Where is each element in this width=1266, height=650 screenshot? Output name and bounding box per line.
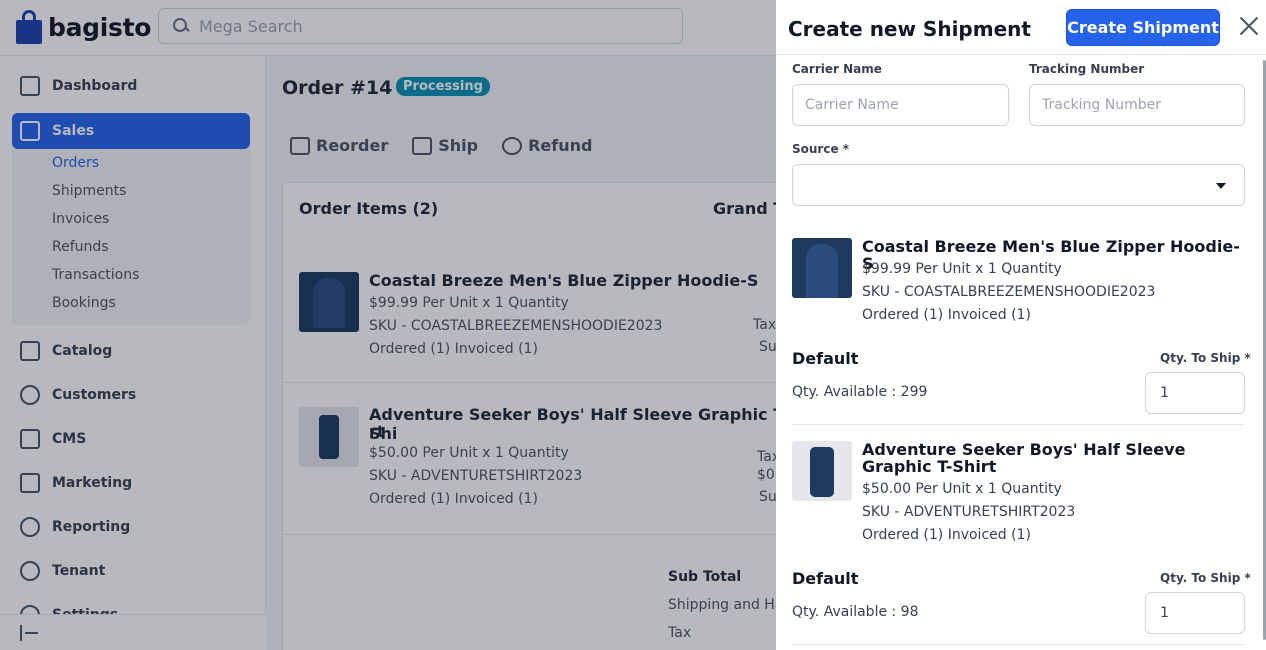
shipment-product-price: $99.99 Per Unit x 1 Quantity	[862, 261, 1062, 277]
product-image	[792, 238, 852, 298]
divider	[792, 424, 1245, 425]
product-image	[792, 441, 852, 501]
create-shipment-button[interactable]: Create Shipment	[1066, 9, 1220, 46]
qty-to-ship-label: Qty. To Ship *	[1160, 351, 1251, 365]
drawer-title: Create new Shipment	[788, 17, 1031, 41]
shipment-product-sku: SKU - COASTALBREEZEMENSHOODIE2023	[862, 284, 1156, 300]
inventory-source-name: Default	[792, 569, 859, 588]
shipment-product-sku: SKU - ADVENTURETSHIRT2023	[862, 504, 1076, 520]
shipment-product-status: Ordered (1) Invoiced (1)	[862, 307, 1031, 323]
tracking-number-input[interactable]	[1029, 84, 1245, 126]
qty-available: Qty. Available : 98	[792, 604, 919, 620]
create-shipment-drawer: Create new Shipment Create Shipment Carr…	[776, 0, 1266, 650]
inventory-source-name: Default	[792, 349, 859, 368]
qty-to-ship-input[interactable]	[1145, 592, 1245, 634]
qty-to-ship-input[interactable]	[1145, 372, 1245, 414]
qty-available: Qty. Available : 299	[792, 384, 928, 400]
shipment-product-name: Adventure Seeker Boys' Half Sleeve Graph…	[862, 440, 1186, 476]
source-select[interactable]	[792, 164, 1245, 206]
qty-to-ship-label: Qty. To Ship *	[1160, 571, 1251, 585]
chevron-down-icon	[1216, 183, 1226, 189]
carrier-name-input[interactable]	[792, 84, 1009, 126]
shipment-product-price: $50.00 Per Unit x 1 Quantity	[862, 481, 1062, 497]
drawer-header: Create new Shipment Create Shipment	[776, 0, 1266, 55]
source-label: Source *	[792, 142, 850, 156]
shipment-product-status: Ordered (1) Invoiced (1)	[862, 527, 1031, 543]
close-icon[interactable]	[1238, 15, 1260, 37]
carrier-name-label: Carrier Name	[792, 62, 882, 76]
divider	[792, 644, 1245, 645]
tracking-number-label: Tracking Number	[1029, 62, 1145, 76]
